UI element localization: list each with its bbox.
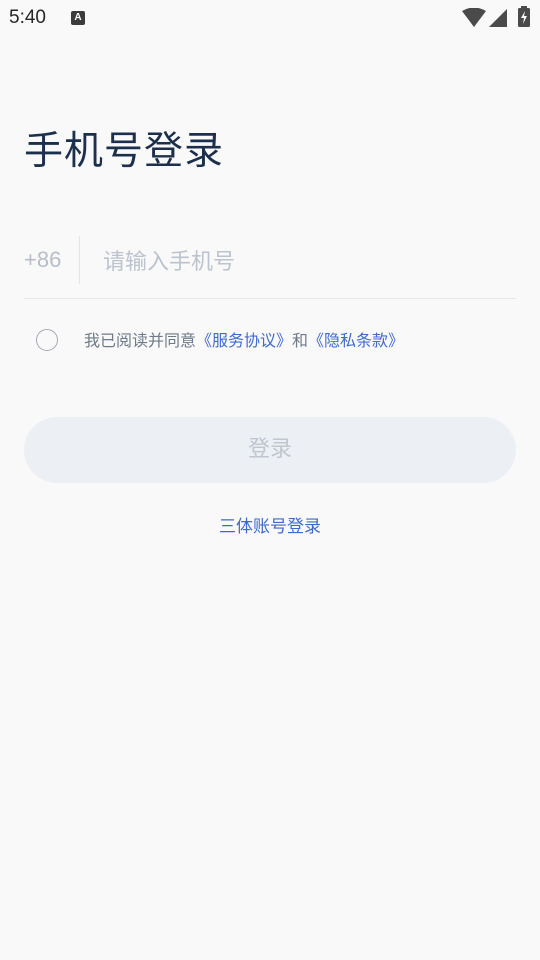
alt-account-login-link[interactable]: 三体账号登录 — [0, 515, 540, 539]
a-icon: A — [71, 11, 85, 25]
country-code[interactable]: +86 — [24, 246, 61, 274]
status-time: 5:40 — [9, 7, 46, 28]
agreement-text: 我已阅读并同意《服务协议》和《隐私条款》 — [84, 330, 404, 352]
agreement-prefix: 我已阅读并同意 — [84, 331, 197, 350]
login-button[interactable]: 登录 — [24, 417, 516, 483]
privacy-policy-link[interactable]: 《隐私条款》 — [308, 331, 404, 350]
agreement-row: 我已阅读并同意《服务协议》和《隐私条款》 — [36, 328, 496, 354]
agreement-conjunction: 和 — [292, 331, 309, 350]
service-agreement-link[interactable]: 《服务协议》 — [196, 331, 292, 350]
page-title: 手机号登录 — [24, 129, 225, 174]
phone-input[interactable] — [103, 244, 503, 280]
agreement-checkbox[interactable] — [36, 329, 58, 351]
divider — [79, 236, 80, 284]
battery-charging-icon — [518, 6, 530, 27]
signal-icon — [489, 9, 507, 27]
status-bar: 5:40 A — [0, 0, 540, 36]
wifi-icon — [462, 8, 486, 27]
phone-input-row: +86 — [24, 236, 516, 299]
